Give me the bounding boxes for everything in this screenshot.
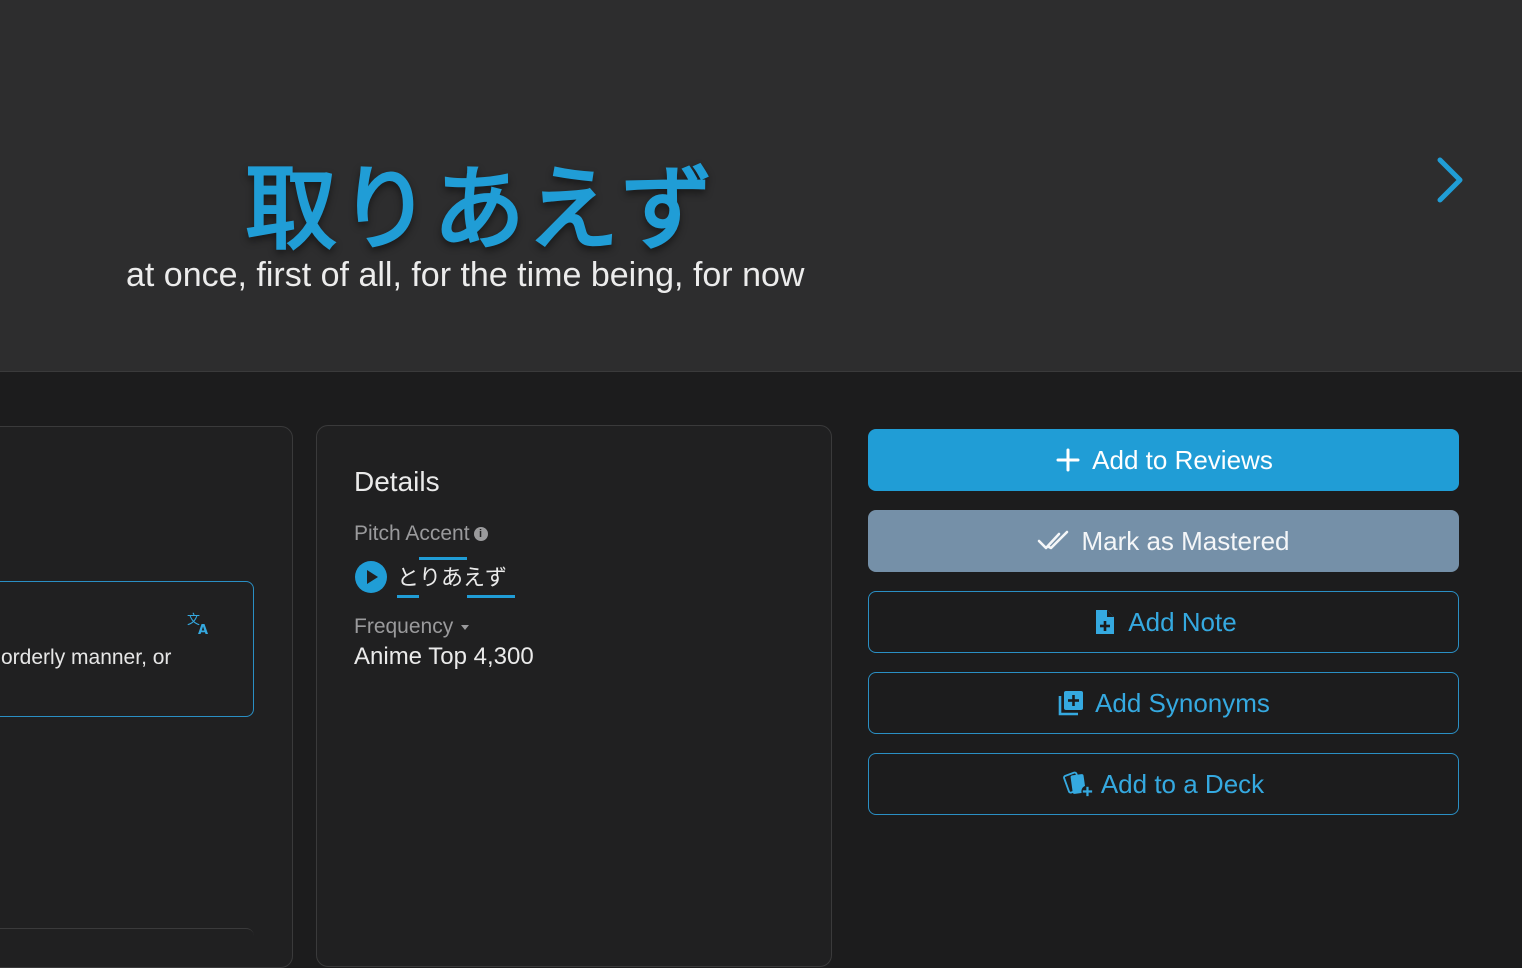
add-synonyms-label: Add Synonyms bbox=[1095, 687, 1270, 718]
pitch-low-line bbox=[397, 595, 419, 598]
meaning-entry[interactable]: orderly manner, or 文 A bbox=[0, 581, 254, 717]
word-hero: 取りあえず at once, first of all, for the tim… bbox=[0, 0, 1522, 372]
pitch-reading: とりあえず bbox=[397, 566, 508, 591]
translate-icon[interactable]: 文 A bbox=[186, 610, 212, 636]
add-to-deck-label: Add to a Deck bbox=[1100, 768, 1265, 799]
mark-as-mastered-label: Mark as Mastered bbox=[1081, 525, 1290, 556]
chevron-right-icon bbox=[1437, 157, 1463, 203]
add-note-button[interactable]: Add Note bbox=[868, 591, 1459, 653]
pitch-accent-label-text: Pitch Accent bbox=[354, 522, 470, 545]
details-card: Details Pitch Accent i とりあえず Frequency An… bbox=[316, 425, 832, 967]
word-meaning: at once, first of all, for the time bein… bbox=[126, 256, 805, 294]
add-to-collection-icon bbox=[1058, 691, 1084, 716]
svg-text:A: A bbox=[198, 623, 208, 636]
add-note-label: Add Note bbox=[1128, 606, 1237, 637]
double-check-icon bbox=[1038, 530, 1069, 550]
vocabulary-word: 取りあえず bbox=[245, 156, 716, 263]
mark-as-mastered-button[interactable]: Mark as Mastered bbox=[868, 510, 1459, 572]
details-title: Details bbox=[354, 466, 440, 497]
add-synonyms-button[interactable]: Add Synonyms bbox=[868, 672, 1459, 734]
meaning-entry-text: orderly manner, or bbox=[1, 646, 172, 669]
plus-icon bbox=[1056, 448, 1080, 472]
cards-plus-icon bbox=[1062, 771, 1094, 798]
info-icon[interactable]: i bbox=[473, 527, 488, 542]
play-audio-button[interactable] bbox=[355, 561, 387, 593]
add-to-reviews-button[interactable]: Add to Reviews bbox=[868, 429, 1459, 491]
caret-down-icon bbox=[461, 624, 470, 630]
file-plus-icon bbox=[1096, 610, 1115, 634]
pitch-low-line bbox=[467, 595, 515, 598]
frequency-label: Frequency bbox=[354, 615, 454, 638]
card-divider bbox=[0, 928, 254, 949]
frequency-dropdown[interactable]: Frequency bbox=[354, 615, 470, 639]
add-to-deck-button[interactable]: Add to a Deck bbox=[868, 753, 1459, 815]
pitch-accent-label: Pitch Accent i bbox=[354, 522, 488, 546]
add-to-reviews-label: Add to Reviews bbox=[1092, 444, 1273, 475]
next-word-button[interactable] bbox=[1426, 150, 1476, 210]
frequency-value: Anime Top 4,300 bbox=[354, 643, 534, 670]
